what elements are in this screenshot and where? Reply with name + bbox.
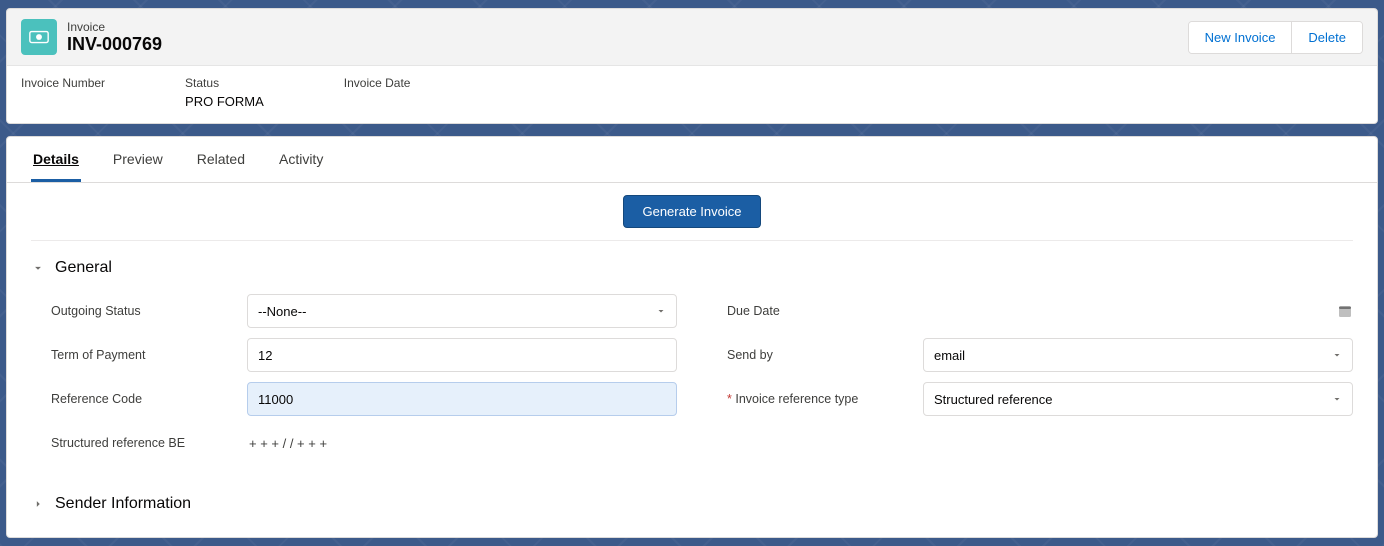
send-by-select[interactable]: [923, 338, 1353, 372]
section-sender-title: Sender Information: [55, 495, 191, 513]
row-term-of-payment: Term of Payment: [51, 333, 677, 377]
header-button-group: New Invoice Delete: [1188, 21, 1363, 54]
tabs: Details Preview Related Activity: [7, 137, 1377, 183]
chevron-right-icon: [31, 497, 45, 511]
page-title: INV-000769: [67, 34, 162, 55]
tab-details[interactable]: Details: [31, 137, 81, 182]
send-by-select-wrap: [923, 338, 1353, 372]
label-reference-code: Reference Code: [51, 392, 231, 406]
due-date-picker[interactable]: [923, 294, 1353, 328]
detail-card: Details Preview Related Activity Generat…: [6, 136, 1378, 538]
generate-invoice-button[interactable]: Generate Invoice: [623, 195, 760, 228]
row-reference-code: Reference Code: [51, 377, 677, 421]
section-general-header[interactable]: General: [31, 251, 1353, 285]
general-form-grid: Outgoing Status Due Date Term of Payment: [31, 285, 1353, 473]
hf-status: Status PRO FORMA: [185, 76, 264, 109]
invoice-ref-type-select[interactable]: [923, 382, 1353, 416]
label-due-date: Due Date: [727, 304, 907, 318]
label-structured-ref-be: Structured reference BE: [51, 436, 231, 450]
hf-status-label: Status: [185, 76, 264, 90]
chevron-down-icon: [31, 261, 45, 275]
highlights-titles: Invoice INV-000769: [67, 20, 162, 55]
reference-code-input[interactable]: [247, 382, 677, 416]
structured-ref-be-value: + + + / / + + +: [247, 436, 677, 451]
section-sender-header[interactable]: Sender Information: [31, 487, 1353, 521]
label-term-of-payment: Term of Payment: [51, 348, 231, 362]
hf-status-value: PRO FORMA: [185, 94, 264, 109]
row-send-by: Send by: [727, 333, 1353, 377]
action-row: Generate Invoice: [7, 183, 1377, 230]
term-of-payment-input[interactable]: [247, 338, 677, 372]
record-highlights: Invoice INV-000769 New Invoice Delete In…: [6, 8, 1378, 124]
row-outgoing-status: Outgoing Status: [51, 289, 677, 333]
tab-activity[interactable]: Activity: [277, 137, 325, 182]
hf-invoice-date-label: Invoice Date: [344, 76, 411, 90]
object-label: Invoice: [67, 20, 162, 34]
row-empty: [727, 421, 1353, 465]
row-structured-ref-be: Structured reference BE + + + / / + + +: [51, 421, 677, 465]
new-invoice-button[interactable]: New Invoice: [1189, 22, 1292, 53]
tab-related[interactable]: Related: [195, 137, 247, 182]
highlights-fields: Invoice Number Status PRO FORMA Invoice …: [7, 65, 1377, 123]
invoice-ref-type-select-wrap: [923, 382, 1353, 416]
row-invoice-ref-type: Invoice reference type: [727, 377, 1353, 421]
tab-preview[interactable]: Preview: [111, 137, 165, 182]
delete-button[interactable]: Delete: [1291, 22, 1362, 53]
section-general: General Outgoing Status Due Date Term: [7, 241, 1377, 477]
calendar-icon: [1337, 303, 1353, 319]
label-outgoing-status: Outgoing Status: [51, 304, 231, 318]
hf-invoice-date: Invoice Date: [344, 76, 411, 109]
section-general-title: General: [55, 259, 112, 277]
hf-invoice-number-label: Invoice Number: [21, 76, 105, 90]
invoice-icon: [21, 19, 57, 55]
hf-invoice-number: Invoice Number: [21, 76, 105, 109]
label-invoice-ref-type: Invoice reference type: [727, 392, 907, 406]
row-due-date: Due Date: [727, 289, 1353, 333]
section-sender: Sender Information: [7, 477, 1377, 537]
outgoing-status-select[interactable]: [247, 294, 677, 328]
outgoing-status-select-wrap: [247, 294, 677, 328]
highlights-left: Invoice INV-000769: [21, 19, 162, 55]
label-send-by: Send by: [727, 348, 907, 362]
highlights-header: Invoice INV-000769 New Invoice Delete: [7, 9, 1377, 65]
